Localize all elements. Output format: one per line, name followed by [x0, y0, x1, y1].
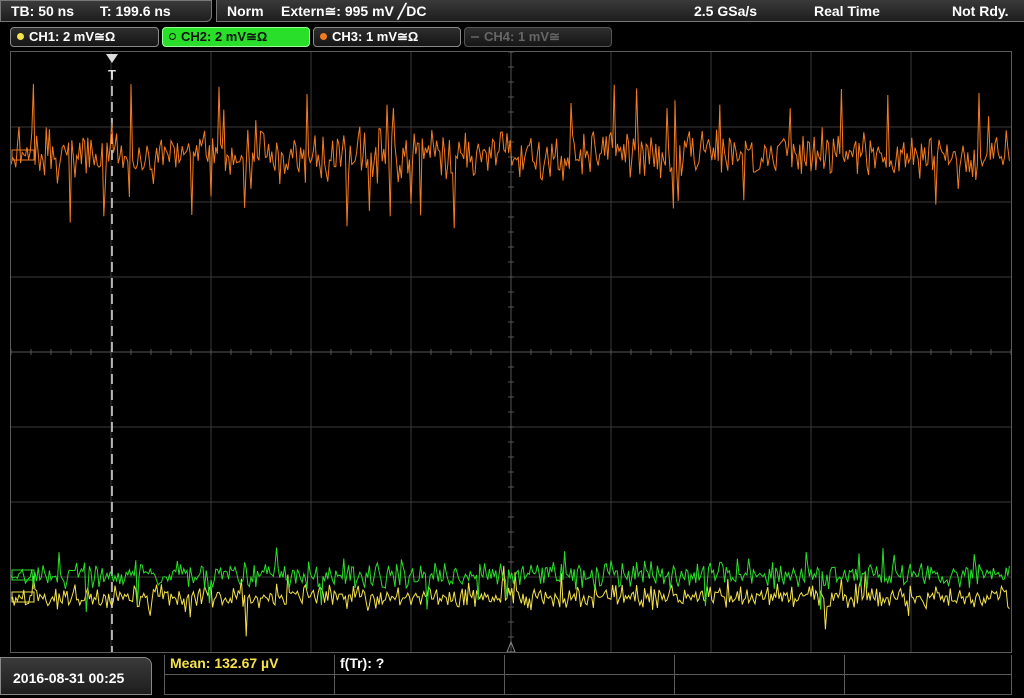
trigger-arrow-icon: [106, 54, 118, 63]
measurement-cell: [505, 675, 675, 694]
measurement-cell: [675, 675, 845, 694]
sample-rate: 2.5 GSa/s: [694, 3, 758, 19]
measurement-cell: [675, 655, 845, 674]
measurement-cell: [165, 675, 335, 694]
measurement-table[interactable]: Mean: 132.67 µV f(Tr): ?: [164, 655, 1012, 695]
channel-tab-ch4[interactable]: CH4: 1 mV≅: [464, 27, 612, 47]
ch1-label: CH1: 2 mV≅Ω: [29, 29, 116, 44]
ch4-color-icon: [471, 36, 479, 38]
waveform-display[interactable]: T: [10, 51, 1012, 653]
trigger-source: Extern≅: 995 mV ╱DC: [281, 3, 427, 19]
ch2-color-icon: [169, 33, 176, 40]
ch3-waveform: [11, 83, 1010, 229]
ch1-color-icon: [17, 33, 24, 40]
timebase-label: TB: 50 ns: [11, 3, 75, 19]
measurement-cell: [845, 675, 1011, 694]
measurement-frequency: f(Tr): ?: [335, 655, 505, 674]
measurement-cell: [335, 675, 505, 694]
measurement-mean: Mean: 132.67 µV: [165, 655, 335, 674]
measurement-cell: [845, 655, 1011, 674]
channel-tab-ch2[interactable]: CH2: 2 mV≅Ω: [162, 27, 310, 47]
trigger-mode: Norm: [227, 3, 264, 19]
ch4-label: CH4: 1 mV≅: [484, 29, 560, 44]
date-time: 2016-08-31 00:25: [0, 657, 152, 695]
acquisition-status[interactable]: Norm Extern≅: 995 mV ╱DC 2.5 GSa/s Real …: [216, 0, 1024, 22]
ch3-label: CH3: 1 mV≅Ω: [332, 29, 419, 44]
bottom-bar: 2016-08-31 00:25 Mean: 132.67 µV f(Tr): …: [0, 655, 1024, 695]
trigger-marker-label: T: [108, 67, 116, 82]
ready-state: Not Rdy.: [952, 3, 1009, 19]
channel-tab-ch1[interactable]: CH1: 2 mV≅Ω: [10, 27, 159, 47]
waveform-graticule: T: [11, 52, 1011, 652]
ch3-color-icon: [320, 33, 327, 40]
timebase-box[interactable]: TB: 50 ns T: 199.6 ns: [0, 0, 212, 22]
acquisition-mode: Real Time: [814, 3, 880, 19]
top-status-bar: TB: 50 ns T: 199.6 ns Norm Extern≅: 995 …: [0, 0, 1024, 24]
measurement-cell: [505, 655, 675, 674]
ch2-waveform: [11, 547, 1010, 612]
trigger-position-label: T: 199.6 ns: [99, 3, 171, 19]
ch2-label: CH2: 2 mV≅Ω: [181, 29, 268, 44]
channel-tab-ch3[interactable]: CH3: 1 mV≅Ω: [313, 27, 461, 47]
